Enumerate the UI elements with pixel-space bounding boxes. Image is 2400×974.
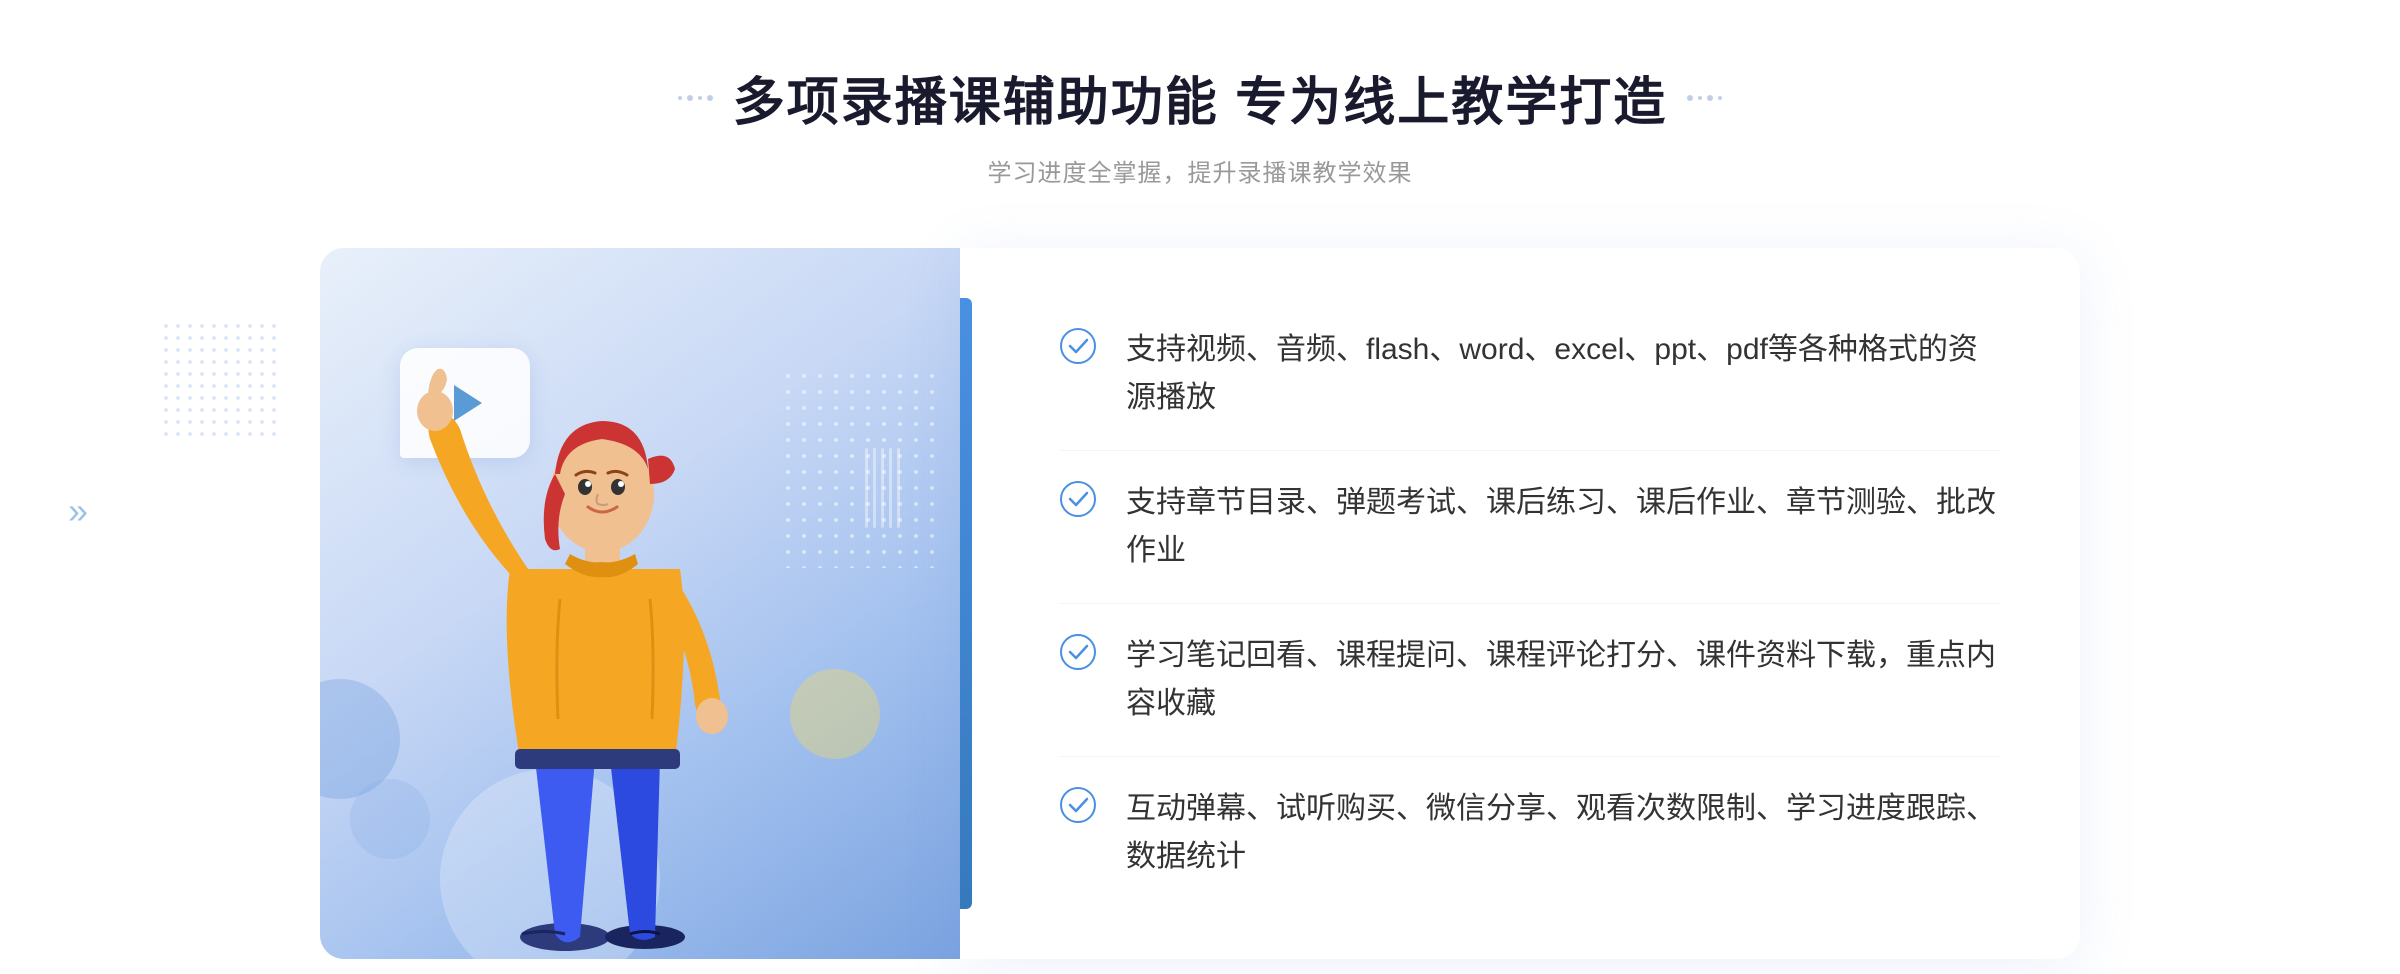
header-section: 多项录播课辅助功能 专为线上教学打造 学习进度全掌握，提升录播课教学效果 (678, 60, 1722, 188)
feature-item-4: 互动弹幕、试听购买、微信分享、观看次数限制、学习进度跟踪、数据统计 (1060, 757, 2000, 909)
deco-dot (698, 96, 702, 100)
stripe-line (897, 448, 900, 528)
stripe-line (865, 448, 868, 528)
chevrons-decoration: » (68, 490, 88, 532)
feature-text-4: 互动弹幕、试听购买、微信分享、观看次数限制、学习进度跟踪、数据统计 (1126, 785, 2000, 881)
deco-dot (678, 96, 682, 100)
accent-bar (960, 298, 972, 909)
deco-dot (687, 95, 693, 101)
check-icon-3 (1060, 634, 1096, 670)
title-deco-left (678, 95, 713, 101)
page-subtitle: 学习进度全掌握，提升录播课教学效果 (678, 153, 1722, 188)
header-title-row: 多项录播课辅助功能 专为线上教学打造 (678, 60, 1722, 135)
deco-dot (1707, 95, 1713, 101)
feature-text-1: 支持视频、音频、flash、word、excel、ppt、pdf等各种格式的资源… (1126, 326, 2000, 422)
deco-dot (1718, 96, 1722, 100)
features-panel: 支持视频、音频、flash、word、excel、ppt、pdf等各种格式的资源… (960, 248, 2080, 959)
feature-text-3: 学习笔记回看、课程提问、课程评论打分、课件资料下载，重点内容收藏 (1126, 632, 2000, 728)
feature-item-1: 支持视频、音频、flash、word、excel、ppt、pdf等各种格式的资源… (1060, 298, 2000, 451)
stripe-decoration (865, 448, 900, 528)
feature-item-3: 学习笔记回看、课程提问、课程评论打分、课件资料下载，重点内容收藏 (1060, 604, 2000, 757)
page-title: 多项录播课辅助功能 专为线上教学打造 (733, 60, 1667, 135)
content-area: 支持视频、音频、flash、word、excel、ppt、pdf等各种格式的资源… (320, 248, 2080, 959)
dots-decoration-left (160, 320, 280, 440)
check-icon-4 (1060, 787, 1096, 823)
check-icon-1 (1060, 328, 1096, 364)
illustration-inner (320, 248, 960, 959)
stripe-line (889, 448, 892, 528)
page-wrapper: » 多项录播课辅助功能 专为线上教学打造 学习进度全掌握，提升录播课教学效果 (0, 0, 2400, 974)
person-illustration (380, 339, 860, 959)
stripe-line (881, 448, 884, 528)
feature-text-2: 支持章节目录、弹题考试、课后练习、课后作业、章节测验、批改作业 (1126, 479, 2000, 575)
deco-dot (707, 95, 713, 101)
illustration-panel (320, 248, 960, 959)
deco-dot (1698, 96, 1702, 100)
check-icon-2 (1060, 481, 1096, 517)
stripe-line (873, 448, 876, 528)
title-deco-right (1687, 95, 1722, 101)
feature-item-2: 支持章节目录、弹题考试、课后练习、课后作业、章节测验、批改作业 (1060, 451, 2000, 604)
deco-dot (1687, 95, 1693, 101)
